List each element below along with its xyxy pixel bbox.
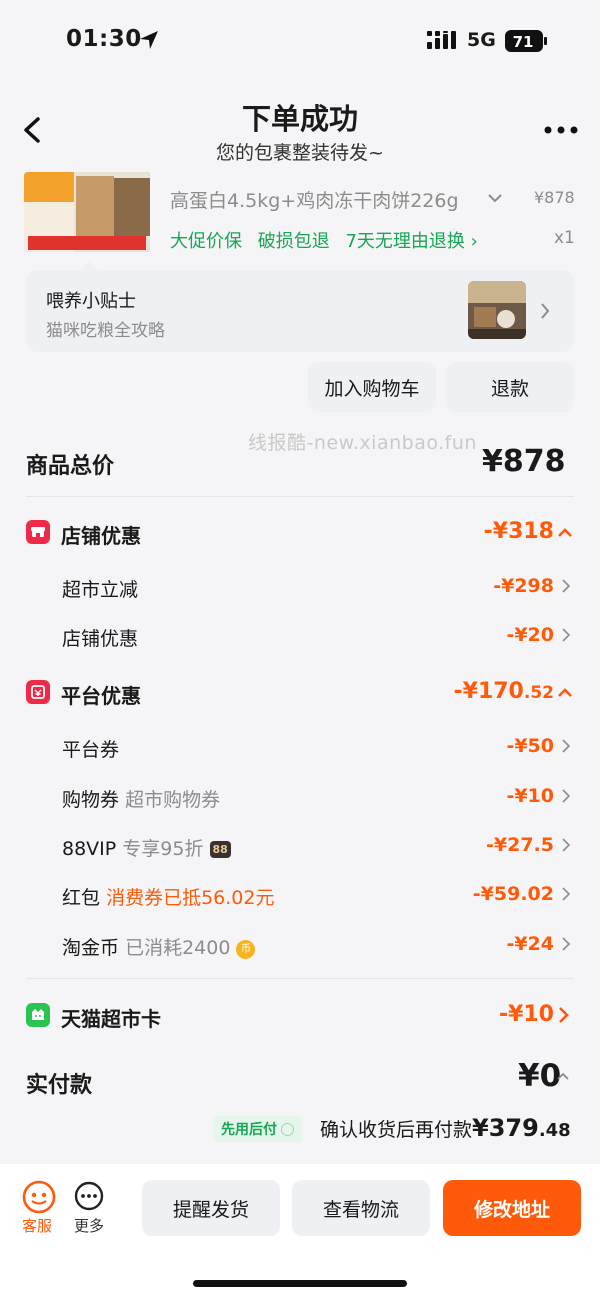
chevron-down-icon[interactable] xyxy=(487,192,503,204)
chevron-right-icon[interactable] xyxy=(562,739,570,753)
total-price-value: ¥878 xyxy=(482,444,566,479)
store-discount-label: 店铺优惠 xyxy=(61,524,141,548)
supermarket-card-value[interactable]: -¥10 xyxy=(440,1002,554,1027)
customer-service-label[interactable]: 客服 xyxy=(22,1215,52,1236)
home-indicator[interactable] xyxy=(193,1280,407,1287)
tag-damage-return: 破损包退 xyxy=(257,231,330,252)
page-title: 下单成功 xyxy=(241,102,358,136)
paid-value: ¥0 xyxy=(518,1058,562,1094)
row-label: 红包 消费券已抵56.02元 xyxy=(62,887,275,909)
product-name[interactable]: 高蛋白4.5kg+鸡肉冻干肉饼226g xyxy=(170,186,480,213)
tip-subtitle: 猫咪吃粮全攻略 xyxy=(46,321,165,341)
network-label: 5G xyxy=(467,29,496,51)
more-dots-icon[interactable] xyxy=(544,126,578,134)
row-value[interactable]: -¥10 xyxy=(440,785,554,807)
row-label: 88VIP 专享95折 88 xyxy=(62,834,231,861)
row-value[interactable]: -¥50 xyxy=(440,735,554,757)
chevron-right-icon[interactable] xyxy=(562,838,570,852)
store-icon xyxy=(26,520,50,544)
status-time: 01:30 xyxy=(66,26,142,52)
platform-discount-value[interactable]: -¥170.52 xyxy=(400,679,555,704)
row-note: 已消耗2400 xyxy=(125,937,231,959)
add-to-cart-button[interactable]: 加入购物车 xyxy=(308,362,436,412)
row-label: 淘金币 已消耗2400 币 xyxy=(62,933,256,960)
total-price-label: 商品总价 xyxy=(26,454,115,479)
divider xyxy=(26,978,574,979)
row-label: 店铺优惠 xyxy=(62,628,139,650)
chevron-right-icon[interactable] xyxy=(562,579,570,593)
chevron-right-icon[interactable] xyxy=(558,1006,570,1024)
more-label[interactable]: 更多 xyxy=(74,1215,104,1236)
chevron-up-icon[interactable] xyxy=(557,688,573,698)
tip-title: 喂养小贴士 xyxy=(46,291,136,312)
coin-icon: 币 xyxy=(236,940,256,959)
tag-price-protect: 大促价保 xyxy=(170,231,242,252)
modify-address-button[interactable]: 修改地址 xyxy=(443,1180,581,1236)
product-price: ¥878 xyxy=(534,188,575,207)
chevron-right-icon xyxy=(541,303,550,319)
supermarket-card-label: 天猫超市卡 xyxy=(61,1007,161,1031)
row-note: 专享95折 xyxy=(122,838,204,860)
refund-button[interactable]: 退款 xyxy=(446,362,574,412)
chevron-right-icon[interactable] xyxy=(562,937,570,951)
remind-shipping-button[interactable]: 提醒发货 xyxy=(142,1180,280,1236)
row-value[interactable]: -¥27.5 xyxy=(440,834,554,856)
location-arrow-icon xyxy=(140,31,158,49)
row-value[interactable]: -¥298 xyxy=(440,575,554,597)
pay-later-badge[interactable]: 先用后付 xyxy=(213,1116,302,1142)
platform-coupon-icon xyxy=(26,680,50,704)
more-circle-icon[interactable] xyxy=(74,1181,104,1211)
product-quantity: x1 xyxy=(554,228,575,248)
row-label: 平台券 xyxy=(62,739,120,761)
chevron-right-icon[interactable] xyxy=(562,628,570,642)
battery-icon: 71 xyxy=(505,30,547,52)
info-icon xyxy=(281,1122,294,1136)
row-value[interactable]: -¥59.02 xyxy=(420,883,554,905)
chevron-up-icon[interactable] xyxy=(556,1072,570,1081)
platform-discount-label: 平台优惠 xyxy=(61,684,141,708)
store-discount-value[interactable]: -¥318 xyxy=(440,519,554,544)
row-value[interactable]: -¥24 xyxy=(440,933,554,955)
row-label: 超市立减 xyxy=(62,579,139,601)
tag-seven-day-return: 7天无理由退换 › xyxy=(345,231,478,252)
page-subtitle: 您的包裹整装待发~ xyxy=(216,142,384,164)
row-note: 消费券已抵56.02元 xyxy=(106,887,275,909)
watermark: 线报酷-new.xianbao.fun xyxy=(248,432,477,454)
divider xyxy=(26,496,574,497)
tip-thumbnail xyxy=(468,281,526,339)
row-note: 超市购物券 xyxy=(125,789,221,811)
signal-icon xyxy=(427,31,456,49)
paid-label: 实付款 xyxy=(26,1073,93,1098)
supermarket-card-icon xyxy=(26,1003,50,1027)
customer-service-icon[interactable] xyxy=(22,1180,56,1214)
row-label: 购物券 超市购物券 xyxy=(62,789,221,811)
88vip-badge: 88 xyxy=(209,841,231,858)
service-tags[interactable]: 大促价保 破损包退 7天无理由退换 › xyxy=(170,227,488,253)
chevron-up-icon[interactable] xyxy=(557,528,573,538)
chevron-right-icon[interactable] xyxy=(562,887,570,901)
product-thumbnail[interactable] xyxy=(24,172,150,252)
pay-after-receipt: 确认收货后再付款¥379.48 xyxy=(320,1114,571,1142)
row-value[interactable]: -¥20 xyxy=(440,624,554,646)
chevron-right-icon[interactable] xyxy=(562,789,570,803)
battery-level: 71 xyxy=(513,33,534,51)
view-logistics-button[interactable]: 查看物流 xyxy=(292,1180,430,1236)
